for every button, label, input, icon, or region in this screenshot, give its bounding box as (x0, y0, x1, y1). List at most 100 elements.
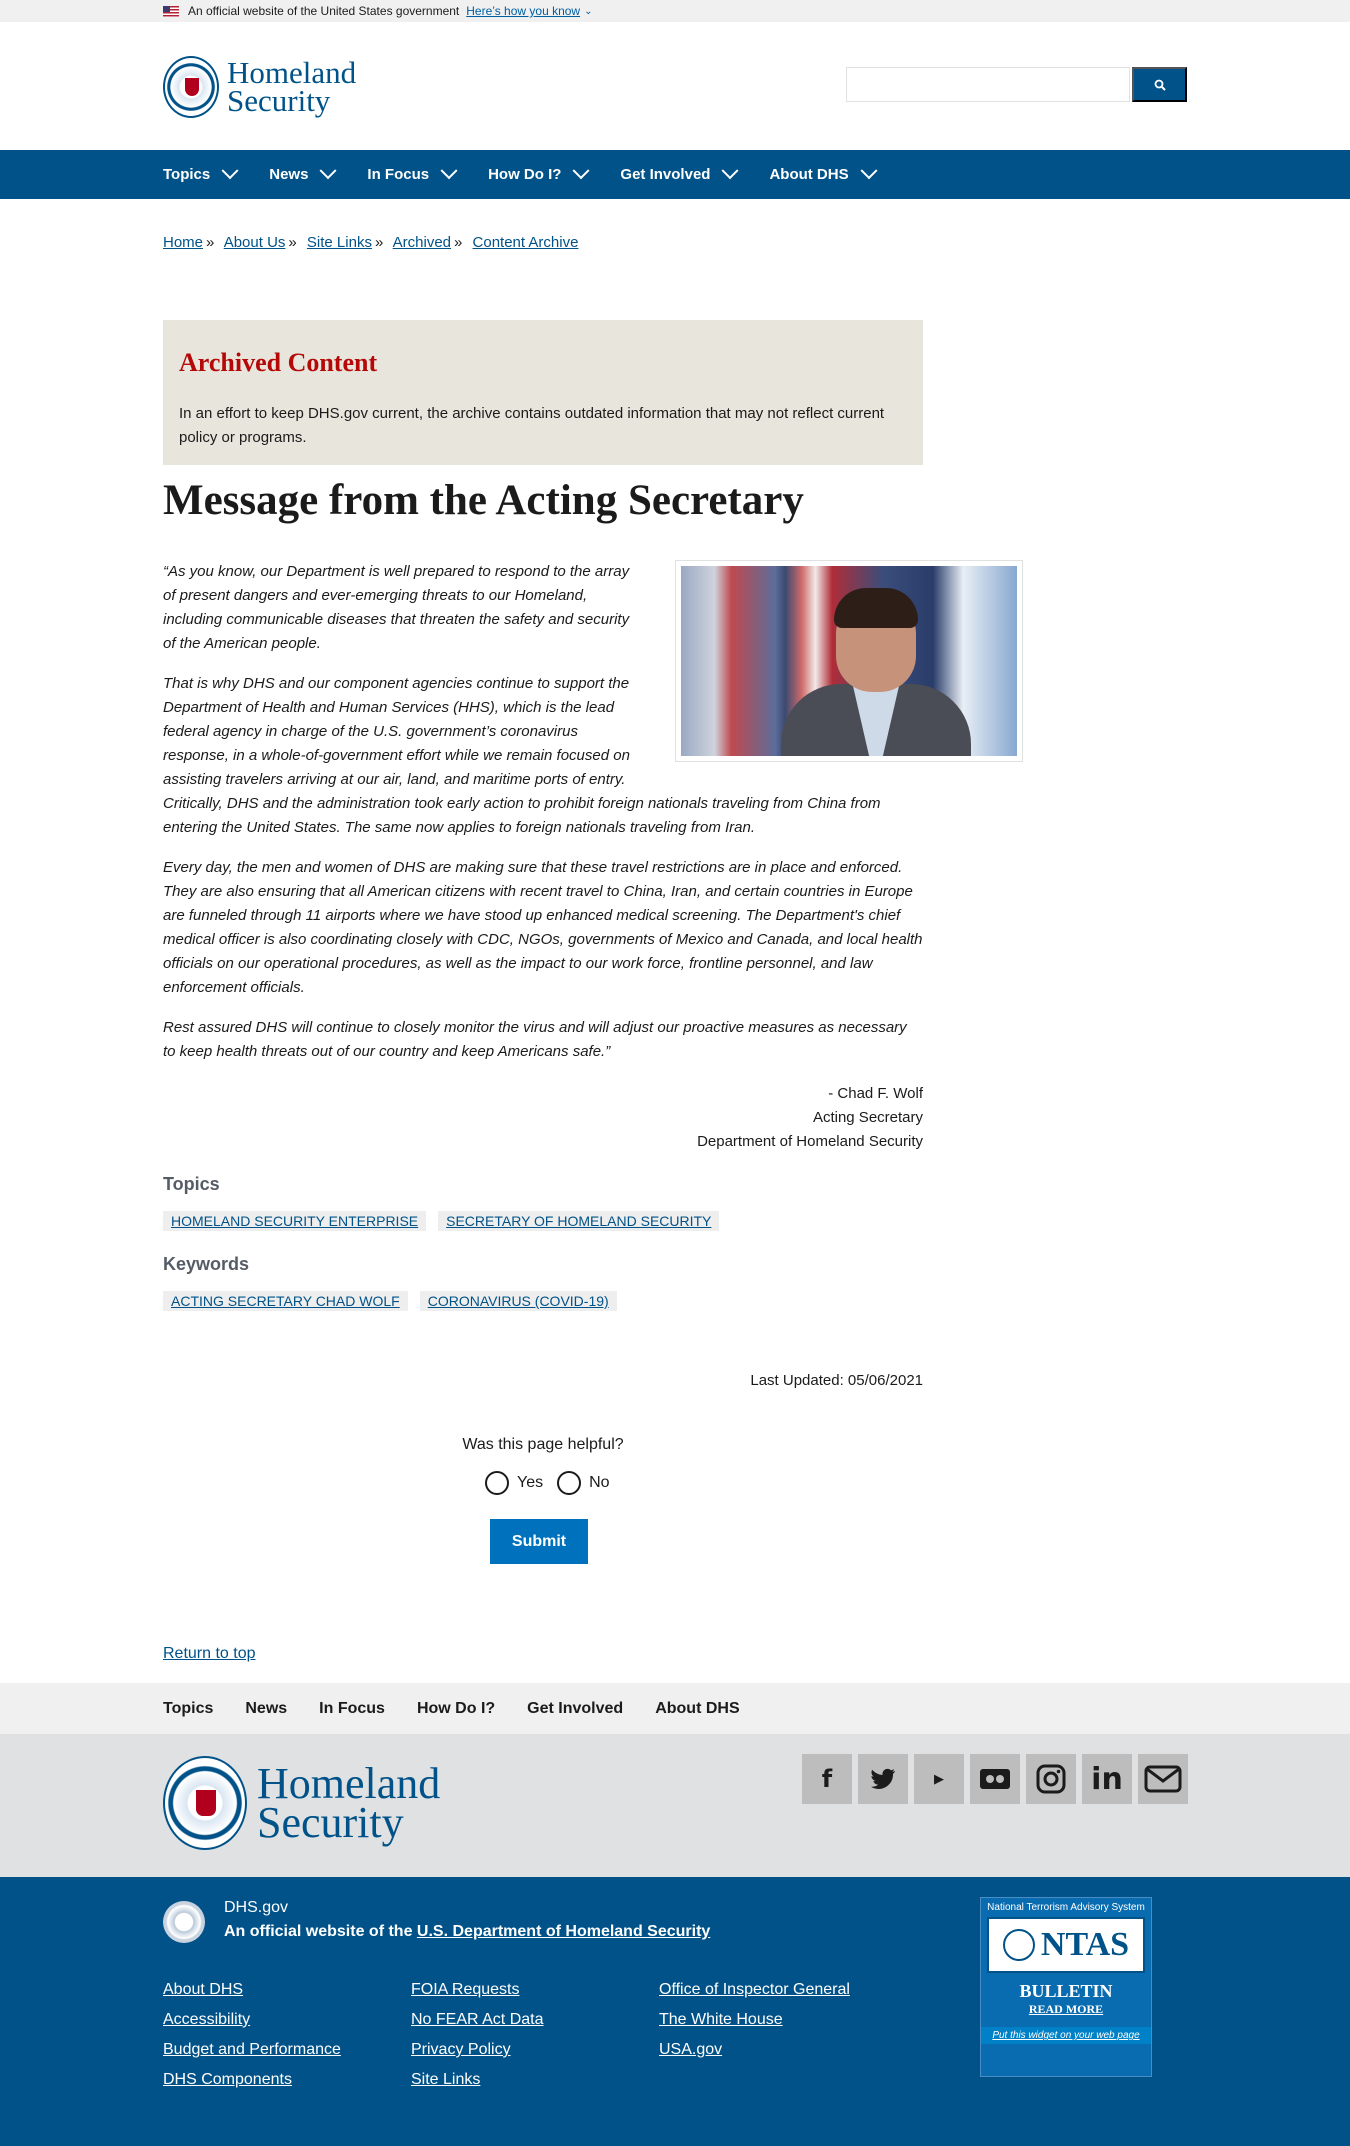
topic-tag: SECRETARY OF HOMELAND SECURITY (438, 1211, 720, 1231)
main-nav: Topics News In Focus How Do I? Get Invol… (0, 150, 1350, 199)
footer-nav-get-involved[interactable]: Get Involved (527, 1700, 623, 1718)
footer-link[interactable]: Accessibility (163, 2011, 411, 2029)
nav-topics[interactable]: Topics (163, 161, 239, 183)
chevron-down-icon (221, 161, 239, 179)
keyword-link[interactable]: ACTING SECRETARY CHAD WOLF (171, 1293, 400, 1309)
topic-link[interactable]: HOMELAND SECURITY ENTERPRISE (171, 1213, 418, 1229)
dhs-official-link[interactable]: U.S. Department of Homeland Security (417, 1923, 710, 1940)
topics-label: Topics (163, 1174, 220, 1194)
footer-nav-topics[interactable]: Topics (163, 1700, 213, 1718)
nav-news[interactable]: News (269, 161, 337, 183)
article-paragraph: Critically, DHS and the administration t… (163, 795, 881, 836)
search-button[interactable] (1132, 67, 1187, 102)
article-paragraph: “As you know, our Department is well pre… (163, 563, 630, 652)
nav-get-involved[interactable]: Get Involved (620, 161, 739, 183)
chevron-down-icon (440, 161, 458, 179)
ntas-read-more[interactable]: READ MORE (981, 2002, 1151, 2017)
breadcrumb: Home» About Us» Site Links» Archived» Co… (163, 234, 579, 251)
footer-link[interactable]: Privacy Policy (411, 2041, 659, 2059)
ntas-logo: NTAS (987, 1917, 1145, 1973)
chevron-down-icon[interactable]: ⌄ (584, 6, 592, 17)
us-flag-icon (163, 5, 179, 17)
signature-title: Acting Secretary (812, 1109, 923, 1126)
gov-banner-text: An official website of the United States… (188, 4, 460, 18)
footer-link[interactable]: About DHS (163, 1981, 411, 1999)
breadcrumb-archived[interactable]: Archived (393, 234, 451, 251)
flickr-icon[interactable] (970, 1754, 1020, 1804)
keywords-label: Keywords (163, 1254, 250, 1274)
footer-link[interactable]: USA.gov (659, 2041, 907, 2059)
footer-link[interactable]: Budget and Performance (163, 2041, 411, 2059)
page-title: Message from the Acting Secretary (163, 477, 804, 524)
how-you-know-link[interactable]: Here’s how you know (466, 4, 580, 18)
no-label[interactable]: No (589, 1474, 609, 1492)
chevron-down-icon (860, 161, 878, 179)
helpful-radios: Yes No (485, 1471, 624, 1495)
instagram-icon[interactable] (1026, 1754, 1076, 1804)
footer-link[interactable]: Site Links (411, 2071, 659, 2089)
no-radio[interactable] (557, 1471, 582, 1495)
youtube-icon[interactable]: ▶ (914, 1754, 964, 1804)
email-icon[interactable] (1138, 1754, 1188, 1804)
signature: - Chad F. Wolf Acting Secretary Departme… (163, 1082, 923, 1154)
yes-radio[interactable] (485, 1471, 509, 1495)
footer-bottom: DHS.gov An official website of the U.S. … (0, 1877, 1350, 2146)
archived-notice: Archived Content In an effort to keep DH… (163, 320, 923, 465)
gov-banner: An official website of the United States… (0, 0, 1350, 22)
footer-link[interactable]: Office of Inspector General (659, 1981, 907, 1999)
footer-logo[interactable]: Homeland Security (163, 1756, 440, 1850)
linkedin-icon[interactable]: in (1082, 1754, 1132, 1804)
archived-text: In an effort to keep DHS.gov current, th… (179, 405, 885, 446)
signature-name: - Chad F. Wolf (828, 1085, 923, 1102)
article-paragraph: Every day, the men and women of DHS are … (163, 859, 923, 996)
last-updated: Last Updated: 05/06/2021 (750, 1372, 923, 1389)
facebook-icon[interactable]: f (802, 1754, 852, 1804)
ntas-widget[interactable]: National Terrorism Advisory System NTAS … (980, 1897, 1152, 2077)
chevron-down-icon (721, 161, 739, 179)
ntas-widget-link[interactable]: Put this widget on your web page (981, 2027, 1151, 2044)
nav-how-do-i[interactable]: How Do I? (488, 161, 590, 183)
topic-link[interactable]: SECRETARY OF HOMELAND SECURITY (446, 1213, 711, 1229)
article-paragraph: Rest assured DHS will continue to closel… (163, 1019, 907, 1060)
footer-link[interactable]: FOIA Requests (411, 1981, 659, 1999)
nav-in-focus[interactable]: In Focus (367, 161, 458, 183)
helpful-question: Was this page helpful? (462, 1436, 624, 1453)
archived-title: Archived Content (179, 348, 378, 377)
social-links: f ▶ in (802, 1754, 1194, 1804)
breadcrumb-home[interactable]: Home (163, 234, 203, 251)
footer-nav-news[interactable]: News (245, 1700, 287, 1718)
keyword-link[interactable]: CORONAVIRUS (COVID-19) (428, 1293, 609, 1309)
ntas-top-text: National Terrorism Advisory System (987, 1902, 1145, 1913)
footer-official: An official website of the U.S. Departme… (224, 1923, 711, 1940)
breadcrumb-about-us[interactable]: About Us (224, 234, 286, 251)
footer-links: About DHS FOIA Requests Office of Inspec… (163, 1981, 907, 2089)
footer-nav-how-do-i[interactable]: How Do I? (417, 1700, 495, 1718)
dhs-seal-icon (163, 56, 219, 118)
footer-nav: Topics News In Focus How Do I? Get Invol… (0, 1683, 1350, 1734)
twitter-icon[interactable] (858, 1754, 908, 1804)
article-body: “As you know, our Department is well pre… (163, 560, 923, 1080)
search-icon (1154, 79, 1166, 91)
search-input[interactable] (846, 67, 1130, 102)
topics-tags: HOMELAND SECURITY ENTERPRISE SECRETARY O… (163, 1211, 731, 1231)
dhs-seal-icon (163, 1901, 205, 1943)
footer-nav-about-dhs[interactable]: About DHS (655, 1700, 739, 1718)
footer-link[interactable]: The White House (659, 2011, 907, 2029)
breadcrumb-site-links[interactable]: Site Links (307, 234, 372, 251)
submit-button[interactable]: Submit (490, 1519, 588, 1564)
nav-about-dhs[interactable]: About DHS (769, 161, 878, 183)
topic-tag: HOMELAND SECURITY ENTERPRISE (163, 1211, 427, 1231)
site-header: Homeland Security (0, 22, 1350, 150)
dhs-seal-icon (1002, 1929, 1035, 1961)
dhs-seal-icon (163, 1756, 247, 1850)
breadcrumb-content-archive[interactable]: Content Archive (473, 234, 579, 251)
footer-nav-in-focus[interactable]: In Focus (319, 1700, 385, 1718)
article-paragraph: That is why DHS and our component agenci… (163, 675, 630, 788)
return-to-top-link[interactable]: Return to top (163, 1645, 256, 1663)
dhs-logo[interactable]: Homeland Security (163, 56, 356, 118)
yes-label[interactable]: Yes (517, 1474, 543, 1492)
footer-domain: DHS.gov (224, 1899, 289, 1916)
footer-link[interactable]: No FEAR Act Data (411, 2011, 659, 2029)
footer-link[interactable]: DHS Components (163, 2071, 411, 2089)
ntas-bulletin: BULLETIN (1019, 1981, 1113, 2001)
